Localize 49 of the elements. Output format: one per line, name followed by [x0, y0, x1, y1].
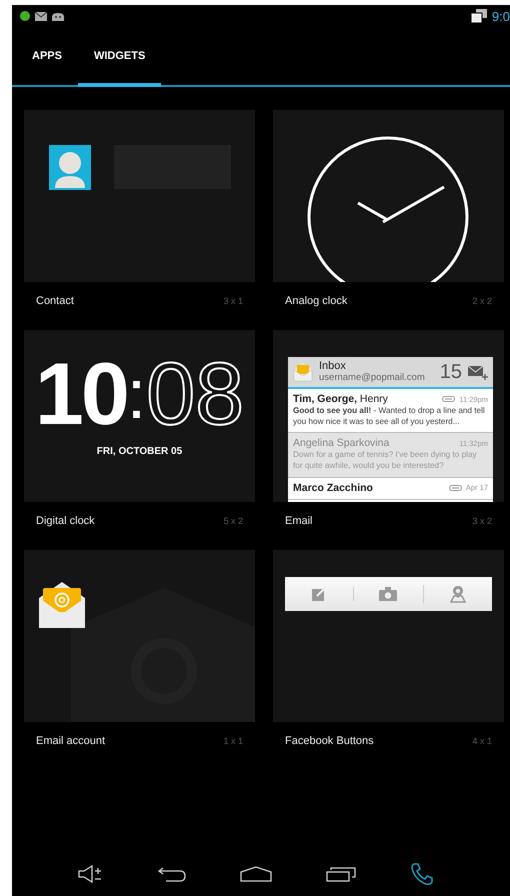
email-envelope-icon [37, 580, 87, 630]
phone-icon[interactable] [410, 862, 434, 886]
camera-icon[interactable] [379, 587, 398, 601]
location-pin-icon[interactable] [450, 585, 466, 603]
widget-name: Contact [36, 295, 74, 307]
clock-time: 9:0 [492, 8, 510, 24]
recent-apps-icon[interactable] [326, 866, 356, 882]
message-sender: Angelina Sparkovina [293, 437, 390, 450]
mail-icon [35, 12, 47, 20]
contact-photo-icon [49, 145, 91, 190]
widget-name: Digital clock [36, 515, 95, 527]
widget-preview[interactable] [273, 550, 504, 722]
message-sender: Tim, George, Henry [293, 393, 389, 405]
windows-icon [470, 9, 487, 23]
widget-preview[interactable] [24, 110, 255, 282]
widget-preview[interactable] [24, 550, 255, 722]
widget-size: 2 x 2 [472, 296, 492, 306]
widget-preview[interactable]: 10:08 FRI, OCTOBER 05 [24, 330, 255, 502]
widget-name: Analog clock [285, 295, 348, 307]
widget-name: Email [285, 515, 313, 527]
tab[interactable]: APPS [16, 27, 78, 87]
widget-size: 3 x 2 [472, 516, 492, 526]
clock-hour: 10 [34, 350, 127, 438]
android-icon [52, 12, 64, 20]
widget-size: 3 x 1 [223, 296, 243, 306]
message-sender: Marco Zacchino [293, 482, 374, 494]
message-snippet: Good to see you all! - Wanted to drop a line and tell you how nice it was to see all of you yesterd... [293, 406, 486, 428]
clock-minute: 08 [146, 350, 244, 438]
back-icon[interactable] [158, 866, 186, 882]
volume-icon[interactable] [78, 865, 104, 883]
widget-size: 1 x 1 [223, 736, 243, 746]
account-address: username@popmail.com [319, 372, 426, 383]
edit-icon[interactable] [311, 586, 328, 602]
tab[interactable]: WIDGETS [78, 27, 162, 87]
widget-preview[interactable] [273, 110, 504, 282]
clock-separator: : [126, 359, 146, 429]
status-dot-icon [20, 11, 30, 21]
widget-name: Facebook Buttons [285, 735, 374, 747]
compose-mail-icon[interactable] [467, 364, 489, 380]
message-snippet: Down for a game of tennis? I've been dying to play for quite awhile, would you be interested? [293, 450, 478, 472]
widget-size: 5 x 2 [223, 516, 243, 526]
widget-size: 4 x 1 [472, 736, 492, 746]
home-icon[interactable] [240, 866, 272, 882]
clock-date: FRI, OCTOBER 05 [96, 446, 184, 457]
widget-preview[interactable] [273, 330, 504, 502]
folder-name: Inbox [319, 361, 347, 373]
envelope-icon [292, 361, 314, 383]
widget-name: Email account [36, 735, 106, 747]
unread-count: 15 [440, 360, 462, 384]
